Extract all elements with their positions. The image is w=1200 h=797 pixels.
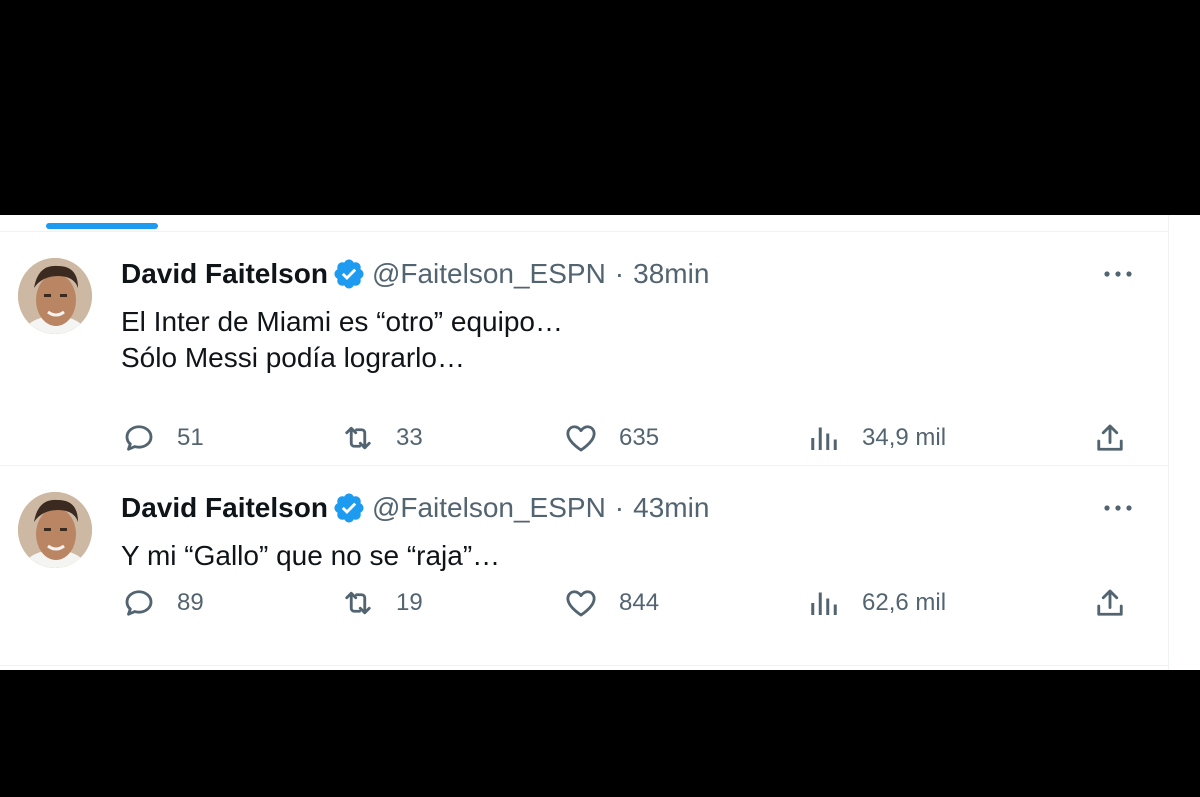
tweet-actions: 51 33 635 34,9 mil xyxy=(0,418,1168,458)
tweet-text-line: Sólo Messi podía lograrlo… xyxy=(121,342,465,373)
like-count: 844 xyxy=(619,589,660,616)
active-tab-indicator xyxy=(46,223,158,229)
retweet-button[interactable]: 19 xyxy=(340,583,423,623)
timestamp[interactable]: 43min xyxy=(633,490,709,526)
retweet-icon xyxy=(345,426,371,450)
tweet-text-line: El Inter de Miami es “otro” equipo… xyxy=(121,306,563,337)
retweet-icon xyxy=(345,591,371,615)
separator-dot: · xyxy=(614,492,625,523)
avatar[interactable] xyxy=(18,492,92,568)
tweet-actions: 89 19 844 62,6 mil xyxy=(0,583,1168,623)
reply-button[interactable]: 89 xyxy=(121,583,204,623)
reply-count: 51 xyxy=(177,424,204,451)
more-options-button[interactable] xyxy=(1100,262,1136,286)
retweet-button[interactable]: 33 xyxy=(340,418,423,458)
author-name[interactable]: David Faitelson xyxy=(121,490,328,526)
author-name[interactable]: David Faitelson xyxy=(121,256,328,292)
separator-dot: · xyxy=(614,258,625,289)
author-handle[interactable]: @Faitelson_ESPN xyxy=(372,256,606,292)
share-button[interactable] xyxy=(1092,583,1128,623)
verified-badge-icon xyxy=(334,259,364,289)
tweet[interactable]: David Faitelson @Faitelson_ESPN · 38min … xyxy=(0,232,1168,466)
timestamp[interactable]: 38min xyxy=(633,256,709,292)
views-bar-chart-icon xyxy=(811,592,837,615)
tweet[interactable]: David Faitelson @Faitelson_ESPN · 43min … xyxy=(0,466,1168,666)
more-horizontal-icon xyxy=(1104,505,1132,511)
retweet-count: 33 xyxy=(396,424,423,451)
heart-icon xyxy=(566,425,596,452)
views-button[interactable]: 62,6 mil xyxy=(806,583,946,623)
tweet-text: Y mi “Gallo” que no se “raja”… xyxy=(121,538,1021,574)
timeline-panel: David Faitelson @Faitelson_ESPN · 38min … xyxy=(0,215,1200,670)
retweet-count: 19 xyxy=(396,589,423,616)
heart-icon xyxy=(566,590,596,617)
verified-badge-icon xyxy=(334,493,364,523)
views-count: 34,9 mil xyxy=(862,424,947,451)
tweet-text: El Inter de Miami es “otro” equipo… Sólo… xyxy=(121,304,1021,376)
views-bar-chart-icon xyxy=(811,427,837,450)
divider xyxy=(1168,215,1169,670)
reply-bubble-icon xyxy=(125,590,153,616)
more-options-button[interactable] xyxy=(1100,496,1136,520)
views-count: 62,6 mil xyxy=(862,589,947,616)
reply-button[interactable]: 51 xyxy=(121,418,204,458)
reply-bubble-icon xyxy=(125,425,153,451)
tweet-text-line: Y mi “Gallo” que no se “raja”… xyxy=(121,540,501,571)
views-button[interactable]: 34,9 mil xyxy=(806,418,946,458)
avatar-photo xyxy=(18,492,92,568)
tweet-header: David Faitelson @Faitelson_ESPN · 43min xyxy=(121,490,709,526)
like-button[interactable]: 635 xyxy=(563,418,659,458)
tweet-header: David Faitelson @Faitelson_ESPN · 38min xyxy=(121,256,709,292)
like-count: 635 xyxy=(619,424,660,451)
reply-count: 89 xyxy=(177,589,204,616)
share-upload-icon xyxy=(1097,589,1123,616)
avatar-photo xyxy=(18,258,92,334)
like-button[interactable]: 844 xyxy=(563,583,659,623)
author-handle[interactable]: @Faitelson_ESPN xyxy=(372,490,606,526)
avatar[interactable] xyxy=(18,258,92,334)
more-horizontal-icon xyxy=(1104,271,1132,277)
share-upload-icon xyxy=(1097,424,1123,451)
share-button[interactable] xyxy=(1092,418,1128,458)
